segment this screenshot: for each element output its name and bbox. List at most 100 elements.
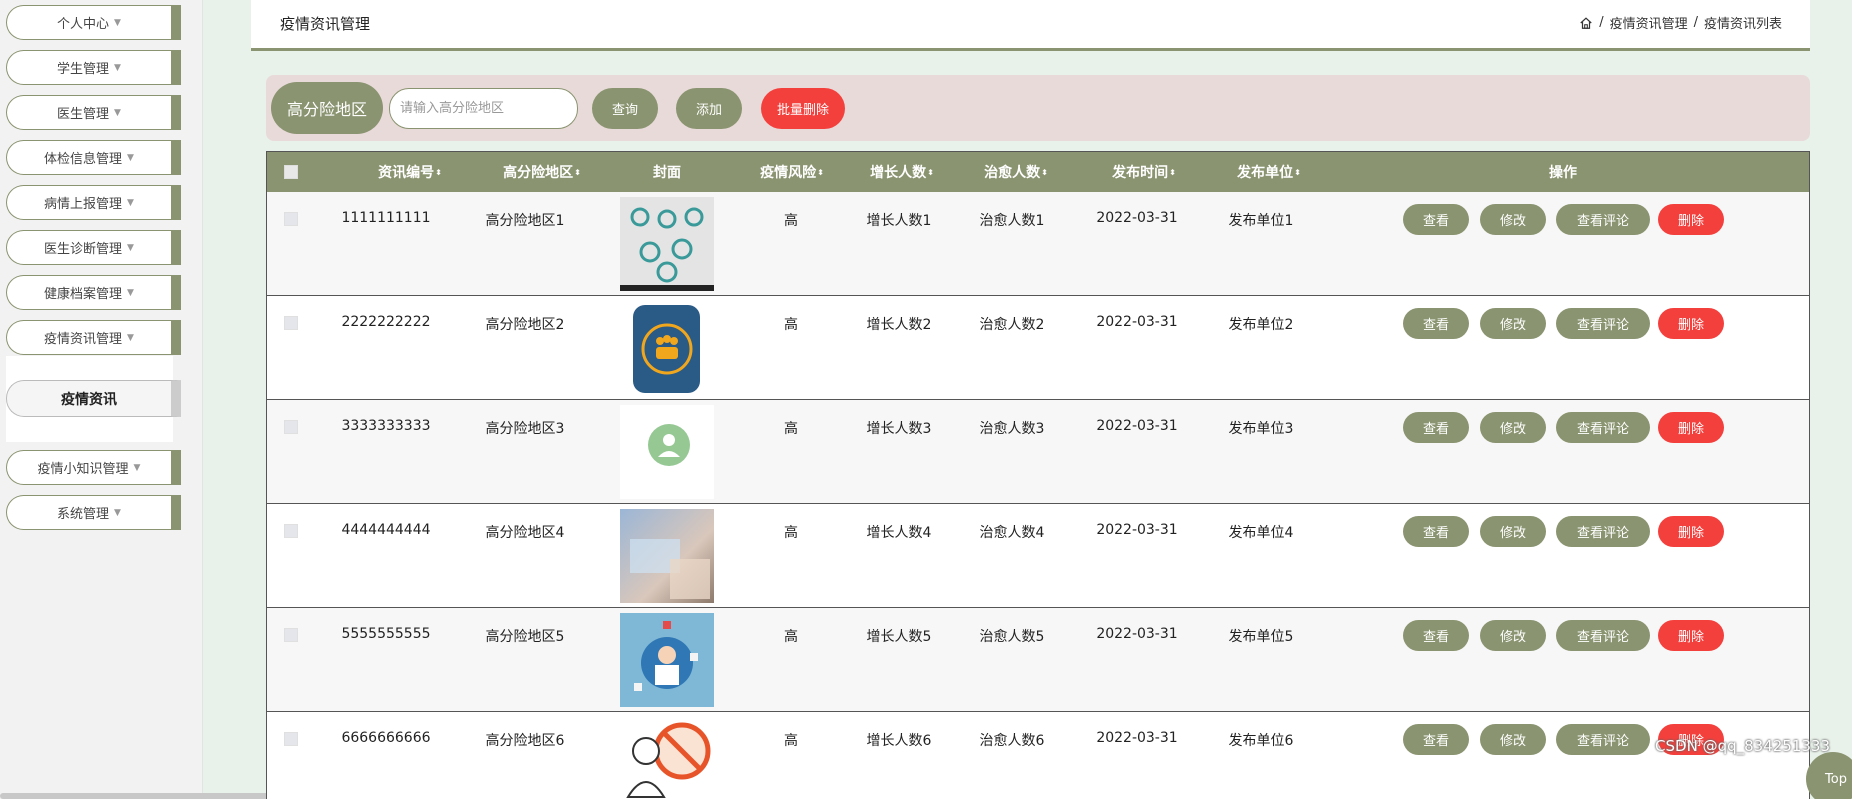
cell-cured: 治愈人数1	[979, 213, 1045, 229]
chevron-down-icon: ▼	[114, 107, 121, 118]
sidebar-item-epidemic-news-management[interactable]: 疫情资讯管理 ▼	[6, 320, 181, 355]
view-comments-button[interactable]: 查看评论	[1556, 516, 1650, 547]
view-comments-button[interactable]: 查看评论	[1556, 308, 1650, 339]
sidebar-item-illness-report-management[interactable]: 病情上报管理 ▼	[6, 185, 181, 220]
sidebar-item-system-management[interactable]: 系统管理 ▼	[6, 495, 181, 530]
view-comments-button[interactable]: 查看评论	[1556, 412, 1650, 443]
sidebar-item-label: 个人中心	[57, 17, 110, 32]
view-button[interactable]: 查看	[1403, 308, 1469, 339]
add-button[interactable]: 添加	[676, 88, 742, 129]
column-header-id[interactable]: 资讯编号 ⬍	[347, 152, 473, 192]
sidebar-item-label: 学生管理	[57, 62, 110, 77]
delete-button[interactable]: 删除	[1658, 204, 1724, 235]
column-header-ops: 操作	[1503, 152, 1623, 192]
search-input[interactable]	[389, 88, 578, 129]
edit-button[interactable]: 修改	[1480, 204, 1546, 235]
view-comments-button[interactable]: 查看评论	[1556, 620, 1650, 651]
query-button[interactable]: 查询	[592, 88, 658, 129]
page-title: 疫情资讯管理	[280, 15, 371, 33]
cell-risk: 高	[784, 317, 798, 333]
sort-icon: ⬍	[927, 167, 934, 177]
chevron-down-icon: ▼	[127, 242, 134, 253]
sort-icon: ⬍	[1041, 167, 1048, 177]
column-header-cured[interactable]: 治愈人数 ⬍	[961, 152, 1071, 192]
cell-unit: 发布单位1	[1228, 213, 1294, 229]
sidebar-subitem-epidemic-news[interactable]: 疫情资讯	[6, 380, 181, 417]
breadcrumb-item-current: 疫情资讯列表	[1703, 17, 1782, 32]
table-row: 6666666666 高分险地区6 高 增长人数6 治愈人数6 2022-03-…	[267, 712, 1809, 799]
cell-unit: 发布单位4	[1228, 525, 1294, 541]
cell-id: 6666666666	[341, 730, 431, 746]
chevron-down-icon: ▼	[127, 152, 134, 163]
column-header-growth[interactable]: 增长人数 ⬍	[847, 152, 957, 192]
column-header-risk[interactable]: 疫情风险 ⬍	[732, 152, 852, 192]
view-comments-button[interactable]: 查看评论	[1556, 204, 1650, 235]
batch-delete-button[interactable]: 批量删除	[761, 88, 845, 129]
back-to-top-button[interactable]: Top	[1806, 752, 1852, 799]
row-checkbox[interactable]	[284, 628, 298, 642]
cell-risk: 高	[784, 525, 798, 541]
sidebar-item-epidemic-knowledge-management[interactable]: 疫情小知识管理 ▼	[6, 450, 181, 485]
column-header-label: 增长人数	[870, 165, 927, 181]
edit-button[interactable]: 修改	[1480, 412, 1546, 443]
row-checkbox[interactable]	[284, 316, 298, 330]
view-comments-button[interactable]: 查看评论	[1556, 724, 1650, 755]
column-header-unit[interactable]: 发布单位 ⬍	[1209, 152, 1329, 192]
sidebar-item-label: 病情上报管理	[44, 197, 123, 212]
cell-area: 高分险地区6	[485, 733, 565, 749]
row-checkbox[interactable]	[284, 524, 298, 538]
search-label: 高分险地区	[271, 82, 383, 134]
column-header-area[interactable]: 高分险地区 ⬍	[477, 152, 607, 192]
column-header-label: 治愈人数	[984, 165, 1041, 181]
delete-button[interactable]: 删除	[1658, 412, 1724, 443]
table-row: 3333333333 高分险地区3 高 增长人数3 治愈人数3 2022-03-…	[267, 400, 1809, 504]
chevron-down-icon: ▼	[127, 197, 134, 208]
cell-date: 2022-03-31	[1096, 418, 1178, 434]
sidebar-item-personal-center[interactable]: 个人中心 ▼	[6, 5, 181, 40]
sort-icon: ⬍	[574, 167, 581, 177]
cell-risk: 高	[784, 629, 798, 645]
view-button[interactable]: 查看	[1403, 516, 1469, 547]
edit-button[interactable]: 修改	[1480, 620, 1546, 651]
edit-button[interactable]: 修改	[1480, 516, 1546, 547]
sidebar-item-diagnosis-management[interactable]: 医生诊断管理 ▼	[6, 230, 181, 265]
column-header-date[interactable]: 发布时间 ⬍	[1084, 152, 1204, 192]
view-button[interactable]: 查看	[1403, 724, 1469, 755]
view-button[interactable]: 查看	[1403, 620, 1469, 651]
sidebar-item-health-record-management[interactable]: 健康档案管理 ▼	[6, 275, 181, 310]
row-checkbox[interactable]	[284, 732, 298, 746]
sort-icon: ⬍	[1169, 167, 1176, 177]
cell-growth: 增长人数6	[866, 733, 932, 749]
table-row: 5555555555 高分险地区5 高 增长人数5 治愈人数5 2022-03-…	[267, 608, 1809, 712]
edit-button[interactable]: 修改	[1480, 724, 1546, 755]
row-checkbox[interactable]	[284, 212, 298, 226]
delete-button[interactable]: 删除	[1658, 620, 1724, 651]
table-header: 资讯编号 ⬍ 高分险地区 ⬍ 封面 疫情风险 ⬍ 增长人数 ⬍ 治愈人数 ⬍ 发布时间 ⬍ …	[267, 152, 1809, 192]
sidebar-item-label: 疫情资讯管理	[44, 332, 123, 347]
column-header-label: 高分险地区	[503, 165, 574, 181]
cell-growth: 增长人数5	[866, 629, 932, 645]
sidebar-item-label: 体检信息管理	[44, 152, 123, 167]
breadcrumb-item[interactable]: 疫情资讯管理	[1610, 13, 1688, 32]
cell-risk: 高	[784, 421, 798, 437]
delete-button[interactable]: 删除	[1658, 516, 1724, 547]
home-icon[interactable]	[1579, 16, 1593, 30]
sidebar-item-doctor-management[interactable]: 医生管理 ▼	[6, 95, 181, 130]
cell-area: 高分险地区3	[485, 421, 565, 437]
select-all-checkbox[interactable]	[284, 165, 298, 179]
view-button[interactable]: 查看	[1403, 412, 1469, 443]
delete-button[interactable]: 删除	[1658, 308, 1724, 339]
cell-date: 2022-03-31	[1096, 522, 1178, 538]
column-header-label: 疫情风险	[760, 165, 817, 181]
row-checkbox[interactable]	[284, 420, 298, 434]
edit-button[interactable]: 修改	[1480, 308, 1546, 339]
sidebar-item-checkup-management[interactable]: 体检信息管理 ▼	[6, 140, 181, 175]
cell-id: 1111111111	[341, 210, 431, 226]
cell-date: 2022-03-31	[1096, 626, 1178, 642]
view-button[interactable]: 查看	[1403, 204, 1469, 235]
sidebar-item-student-management[interactable]: 学生管理 ▼	[6, 50, 181, 85]
sort-icon: ⬍	[817, 167, 824, 177]
search-bar: 高分险地区 查询 添加 批量删除	[266, 75, 1810, 141]
cover-image	[620, 405, 714, 499]
cell-cured: 治愈人数3	[979, 421, 1045, 437]
